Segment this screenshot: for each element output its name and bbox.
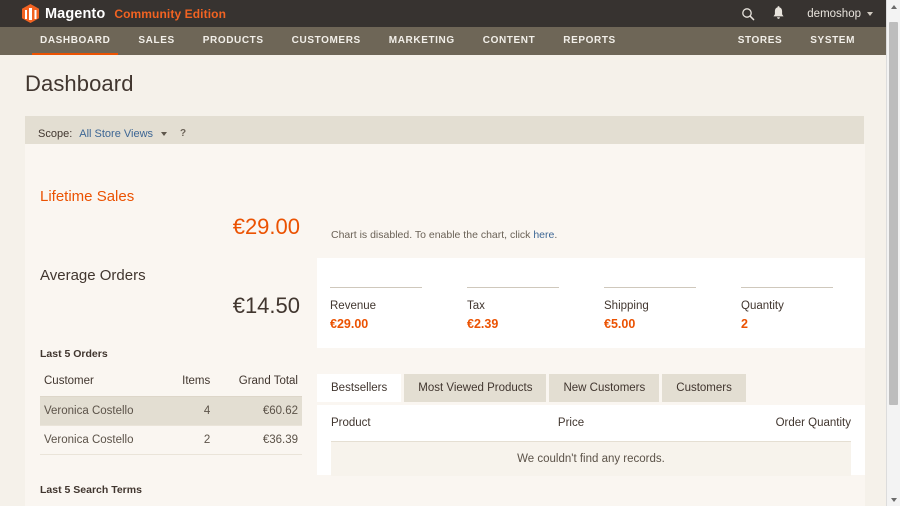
tab-bestsellers[interactable]: Bestsellers: [317, 374, 402, 402]
total-shipping: Shipping €5.00: [591, 287, 728, 331]
chart-disabled-text: Chart is disabled. To enable the chart, …: [331, 229, 534, 241]
nav-item-customers[interactable]: CUSTOMERS: [278, 28, 375, 54]
total-label: Tax: [467, 300, 485, 312]
cell-items: 2: [167, 425, 215, 455]
user-menu[interactable]: demoshop: [807, 8, 873, 20]
top-bar-actions: demoshop: [733, 0, 873, 27]
nav-item-reports[interactable]: REPORTS: [549, 28, 630, 54]
divider: [467, 287, 559, 288]
dashboard-tabs: Bestsellers Most Viewed Products New Cus…: [317, 374, 749, 402]
magento-hexagon-logo-icon: [22, 4, 39, 23]
divider: [330, 287, 422, 288]
total-value: €29.00: [330, 317, 369, 331]
total-label: Quantity: [741, 300, 784, 312]
brand-name: Magento: [45, 5, 106, 22]
total-value: 2: [741, 317, 748, 331]
tab-new-customers[interactable]: New Customers: [549, 374, 660, 402]
column-header-product: Product: [331, 405, 413, 442]
scope-value[interactable]: All Store Views: [79, 128, 153, 140]
total-tax: Tax €2.39: [454, 287, 591, 331]
total-revenue: Revenue €29.00: [317, 287, 454, 331]
dashboard-left-column: Lifetime Sales €29.00 Average Orders €14…: [25, 144, 317, 506]
page-scrollbar[interactable]: [886, 0, 900, 506]
question-mark-icon[interactable]: ?: [180, 128, 186, 139]
column-header-order-quantity: Order Quantity: [696, 405, 851, 442]
lifetime-sales-label: Lifetime Sales: [40, 188, 135, 205]
nav-item-sales[interactable]: SALES: [124, 28, 188, 54]
scope-label: Scope:: [38, 127, 73, 140]
nav-item-marketing[interactable]: MARKETING: [375, 28, 469, 54]
tab-most-viewed-products[interactable]: Most Viewed Products: [404, 374, 547, 402]
total-value: €5.00: [604, 317, 636, 331]
cell-customer: Veronica Costello: [40, 396, 168, 426]
search-icon[interactable]: [733, 0, 763, 27]
totals-summary-panel: Revenue €29.00 Tax €2.39 Shipping €5.00: [317, 258, 865, 348]
table-row[interactable]: Veronica Costello 2 €36.39: [40, 425, 302, 455]
last-orders-table: Customer Items Grand Total Veronica Cost…: [40, 370, 302, 455]
nav-secondary-items: STORES SYSTEM: [724, 28, 869, 54]
bestsellers-table: Product Price Order Quantity We couldn't…: [331, 405, 851, 476]
chevron-down-icon: [867, 11, 873, 16]
admin-top-bar: Magento Community Edition demoshop: [0, 0, 886, 27]
cell-items: 4: [167, 396, 215, 426]
empty-state-row: We couldn't find any records.: [331, 441, 851, 476]
cell-customer: Veronica Costello: [40, 425, 168, 455]
column-header-items: Items: [167, 370, 215, 397]
bell-icon[interactable]: [763, 0, 793, 27]
total-quantity: Quantity 2: [728, 287, 865, 331]
empty-state-message: We couldn't find any records.: [331, 441, 851, 476]
column-header-grand-total: Grand Total: [214, 370, 302, 397]
divider: [741, 287, 833, 288]
average-orders-value: €14.50: [232, 293, 300, 318]
total-value: €2.39: [467, 317, 499, 331]
tab-customers[interactable]: Customers: [662, 374, 746, 402]
magento-admin-dashboard: Magento Community Edition demoshop DASHB…: [0, 0, 900, 506]
scroll-up-arrow-icon[interactable]: [887, 0, 900, 13]
nav-item-content[interactable]: CONTENT: [469, 28, 550, 54]
scrollbar-thumb[interactable]: [889, 22, 898, 405]
cell-grand-total: €36.39: [214, 425, 302, 455]
nav-item-stores[interactable]: STORES: [724, 28, 797, 54]
chart-disabled-message: Chart is disabled. To enable the chart, …: [331, 229, 865, 241]
nav-primary-items: DASHBOARD SALES PRODUCTS CUSTOMERS MARKE…: [26, 28, 630, 56]
last-orders-heading: Last 5 Orders: [40, 348, 108, 360]
table-header-row: Product Price Order Quantity: [331, 405, 851, 442]
average-orders-label: Average Orders: [40, 267, 146, 284]
page-body: Dashboard Scope: All Store Views ? Lifet…: [0, 55, 886, 506]
nav-item-products[interactable]: PRODUCTS: [189, 28, 278, 54]
brand-edition: Community Edition: [114, 6, 227, 21]
dashboard-content: Lifetime Sales €29.00 Average Orders €14…: [25, 144, 865, 506]
enable-chart-link[interactable]: here: [533, 229, 554, 241]
chevron-down-icon[interactable]: [161, 131, 168, 136]
total-label: Shipping: [604, 300, 649, 312]
page-title: Dashboard: [25, 71, 134, 96]
chart-disabled-text-suffix: .: [554, 229, 558, 241]
column-header-customer: Customer: [40, 370, 168, 397]
total-label: Revenue: [330, 300, 377, 312]
table-row[interactable]: Veronica Costello 4 €60.62: [40, 396, 302, 426]
scroll-down-arrow-icon[interactable]: [887, 493, 900, 506]
bestsellers-panel: Product Price Order Quantity We couldn't…: [317, 405, 865, 476]
user-name: demoshop: [807, 7, 861, 20]
nav-item-system[interactable]: SYSTEM: [796, 28, 869, 54]
last-search-terms-heading: Last 5 Search Terms: [40, 484, 142, 496]
dashboard-right-column: Chart is disabled. To enable the chart, …: [317, 144, 865, 506]
table-header-row: Customer Items Grand Total: [40, 370, 302, 397]
brand-logo[interactable]: Magento Community Edition: [22, 4, 226, 23]
divider: [604, 287, 696, 288]
cell-grand-total: €60.62: [214, 396, 302, 426]
main-navigation: DASHBOARD SALES PRODUCTS CUSTOMERS MARKE…: [0, 27, 886, 56]
column-header-price: Price: [412, 405, 697, 442]
nav-item-dashboard[interactable]: DASHBOARD: [26, 28, 124, 56]
lifetime-sales-value: €29.00: [232, 214, 300, 239]
